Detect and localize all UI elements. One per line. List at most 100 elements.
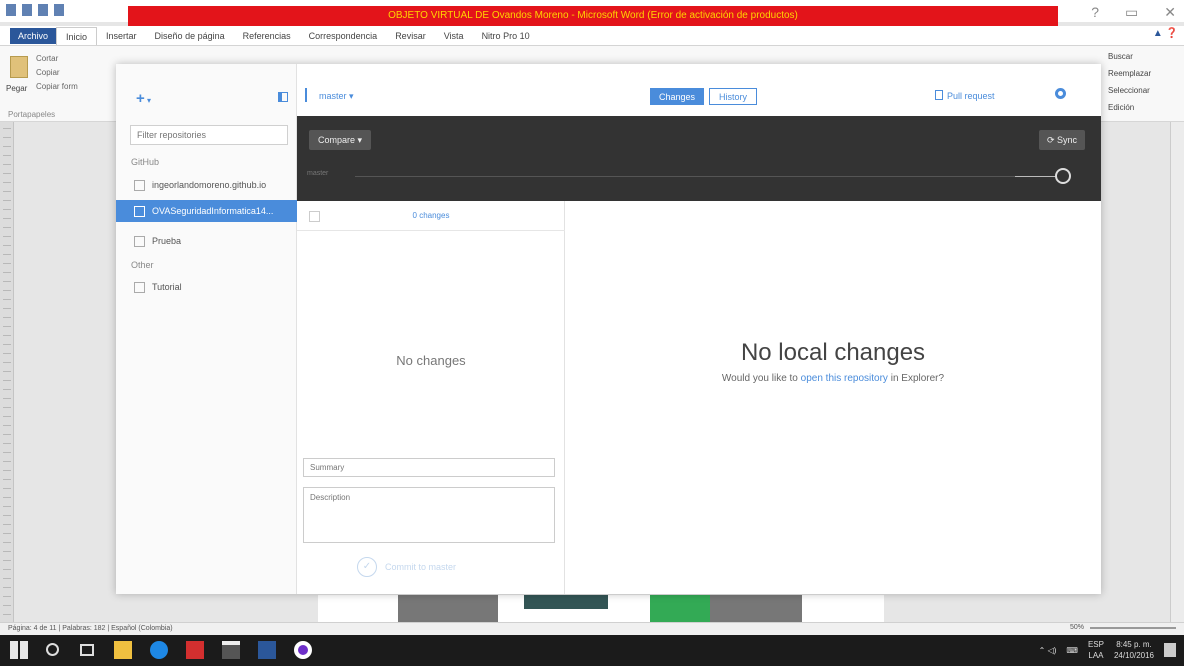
tab-diseno[interactable]: Diseño de página [146, 31, 234, 41]
clock-date[interactable]: 24/10/2016 [1114, 651, 1154, 660]
paste-icon[interactable] [10, 56, 28, 78]
sync-button[interactable]: ⟳ Sync [1038, 130, 1085, 150]
repo-item[interactable]: Tutorial [116, 276, 297, 298]
paste-button[interactable]: Pegar [6, 84, 27, 93]
cut-button[interactable]: Cortar [36, 54, 58, 63]
language-indicator[interactable]: ESP [1088, 640, 1104, 649]
word-statusbar: Página: 4 de 11 | Palabras: 182 | Españo… [0, 622, 1184, 635]
editing-group-label: Edición [1108, 103, 1135, 112]
no-changes-text: No changes [396, 353, 466, 368]
tab-vista[interactable]: Vista [435, 31, 473, 41]
word-ribbon-tabs: Archivo Inicio Insertar Diseño de página… [0, 26, 1184, 46]
zoom-slider[interactable] [1090, 626, 1176, 629]
branch-selector[interactable]: master ▾ [319, 91, 354, 102]
repo-item-selected[interactable]: OVASeguridadInformatica14... [116, 200, 297, 222]
repo-label: ingeorlandomoreno.github.io [152, 180, 267, 190]
github-section-heading: GitHub [131, 157, 160, 167]
clapperboard-icon[interactable] [222, 641, 240, 659]
open-in-explorer-prompt: Would you like to open this repository i… [721, 373, 945, 384]
gear-icon[interactable] [1055, 88, 1066, 99]
restore-icon[interactable]: ▭ [1125, 4, 1138, 21]
vertical-scrollbar[interactable] [1170, 122, 1184, 622]
commit-dots [1015, 176, 1057, 177]
document-image [524, 595, 608, 609]
taskbar: ⌃ ◁) ⌨ ESP LAA 8:45 p. m. 24/10/2016 [0, 635, 1184, 666]
tab-changes[interactable]: Changes [650, 88, 705, 105]
filter-repositories-input[interactable] [130, 125, 288, 145]
commit-button[interactable]: ✓ Commit to master [357, 557, 456, 577]
notifications-icon[interactable] [1164, 643, 1176, 657]
github-desktop-icon[interactable] [294, 641, 312, 659]
collapse-sidebar-icon[interactable] [278, 92, 288, 102]
pdf-reader-icon[interactable] [186, 641, 204, 659]
head-commit-node[interactable] [1055, 168, 1071, 184]
windows-start-icon[interactable] [10, 641, 28, 659]
quick-access-toolbar[interactable] [6, 4, 64, 16]
repo-item[interactable]: Prueba [116, 230, 297, 252]
tab-revisar[interactable]: Revisar [386, 31, 435, 41]
word-window-controls[interactable]: ? ▭ ✕ [1091, 4, 1176, 21]
select-button[interactable]: Seleccionar [1108, 86, 1178, 95]
clock-time[interactable]: 8:45 p. m. [1116, 640, 1152, 649]
task-view-icon[interactable] [80, 644, 94, 656]
repository-icon [134, 281, 145, 293]
search-icon[interactable] [46, 643, 59, 656]
branch-icon [305, 88, 314, 102]
replace-button[interactable]: Reemplazar [1108, 69, 1178, 78]
open-repository-link[interactable]: open this repository [801, 373, 888, 384]
word-window-title: OBJETO VIRTUAL DE Ovandos Moreno - Micro… [128, 6, 1058, 26]
repo-label: Tutorial [152, 282, 182, 292]
word-app-icon[interactable] [258, 641, 276, 659]
other-section-heading: Other [131, 260, 154, 270]
repo-label: Prueba [152, 236, 182, 246]
compare-button[interactable]: Compare ▾ [309, 130, 372, 150]
format-painter-button[interactable]: Copiar form [36, 82, 78, 91]
tab-inicio[interactable]: Inicio [56, 26, 98, 45]
document-image [710, 595, 802, 622]
branch-timeline [355, 176, 1015, 177]
tray-arrows-icon[interactable]: ⌃ ◁) [1039, 646, 1057, 655]
no-local-changes-title: No local changes [740, 339, 926, 366]
file-explorer-icon[interactable] [114, 641, 132, 659]
check-icon: ✓ [357, 557, 377, 577]
repository-icon [134, 235, 145, 247]
tab-correspondencia[interactable]: Correspondencia [300, 31, 387, 41]
repository-toolbar: master ▾ Changes History Pull request [297, 64, 1101, 116]
commit-description-input[interactable] [303, 487, 555, 543]
status-text: Página: 4 de 11 | Palabras: 182 | Españo… [8, 625, 173, 632]
tab-nitro[interactable]: Nitro Pro 10 [473, 31, 539, 41]
pull-request-button[interactable]: Pull request [935, 90, 995, 101]
editing-group: Buscar Reemplazar Seleccionar Edición [1108, 52, 1178, 118]
browser-icon[interactable] [150, 641, 168, 659]
changes-count: 0 changes [412, 211, 450, 220]
clipboard-group: Pegar Cortar Copiar Copiar form Portapap… [6, 52, 116, 119]
tab-insertar[interactable]: Insertar [97, 31, 146, 41]
document-page [318, 595, 884, 622]
changes-panel: 0 changes No changes ✓ Commit to master [297, 201, 565, 594]
keyboard-icon[interactable]: ⌨ [1066, 646, 1078, 655]
system-tray: ⌃ ◁) ⌨ ESP LAA 8:45 p. m. 24/10/2016 [1039, 639, 1154, 661]
repository-sidebar: + ▾ GitHub ingeorlandomoreno.github.io O… [116, 64, 297, 594]
tab-referencias[interactable]: Referencias [234, 31, 300, 41]
find-button[interactable]: Buscar [1108, 52, 1178, 61]
help-icon[interactable]: ? [1091, 4, 1099, 21]
commit-summary-input[interactable] [303, 458, 555, 477]
ribbon-collapse-icon[interactable]: ▲ ❓ [1153, 28, 1178, 39]
clipboard-group-label: Portapapeles [8, 110, 56, 119]
diff-panel: No local changes Would you like to open … [565, 201, 1101, 594]
document-image [398, 595, 498, 622]
region-indicator[interactable]: LAA [1088, 651, 1103, 660]
zoom-level[interactable]: 50% [1070, 624, 1084, 631]
vertical-ruler [0, 122, 14, 622]
repository-icon [134, 179, 145, 191]
repository-icon [134, 205, 145, 217]
tab-archivo[interactable]: Archivo [10, 27, 57, 44]
add-repository-button[interactable]: + ▾ [136, 90, 151, 107]
compare-bar: Compare ▾ ⟳ Sync master [297, 116, 1101, 201]
repo-item[interactable]: ingeorlandomoreno.github.io [116, 174, 297, 196]
close-icon[interactable]: ✕ [1164, 4, 1176, 21]
document-image [650, 595, 710, 622]
changes-header: 0 changes [297, 201, 565, 231]
tab-history[interactable]: History [709, 88, 758, 105]
copy-button[interactable]: Copiar [36, 68, 60, 77]
